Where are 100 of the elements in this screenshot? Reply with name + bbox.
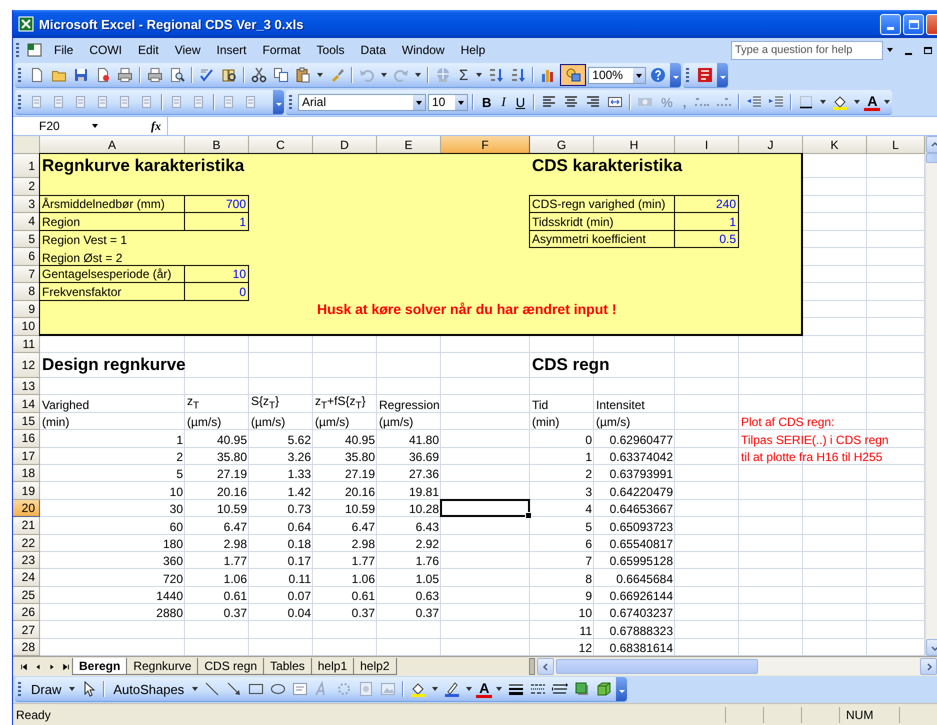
caret-icon[interactable] [475,71,484,79]
column-header[interactable]: D [313,136,377,154]
row-header[interactable]: 22 [13,534,40,552]
row-header[interactable]: 19 [13,482,40,500]
merge-center-icon[interactable] [607,94,624,110]
borders-icon[interactable] [798,94,814,110]
column-header[interactable]: B [185,136,249,154]
row-header[interactable]: 8 [13,283,40,300]
menu-item[interactable]: Data [354,41,393,59]
row-header[interactable]: 12 [13,353,40,378]
row-header[interactable]: 2 [13,178,40,196]
clip-art-icon[interactable] [358,681,374,697]
scissors-icon[interactable] [251,67,267,83]
caret-icon[interactable] [431,685,440,693]
sheet-tab[interactable]: Tables [263,658,312,675]
caret-icon[interactable] [495,685,504,693]
scroll-right-button[interactable] [920,658,937,675]
caret-icon[interactable] [853,98,862,106]
menu-item[interactable]: Edit [131,41,166,59]
draw-menu-button[interactable]: Draw [27,680,66,698]
toolbar-grip[interactable] [16,43,19,57]
row-header[interactable]: 14 [13,395,40,413]
drawing-button[interactable] [560,64,586,86]
new-document-icon[interactable] [29,67,45,83]
menu-item[interactable]: Insert [210,41,254,59]
caret-icon[interactable] [883,98,892,106]
row-header[interactable]: 11 [13,336,40,353]
row-header[interactable]: 4 [13,213,40,230]
underline-button[interactable]: U [512,94,530,110]
pdf-icon[interactable] [697,67,714,83]
toolbar-grip[interactable] [18,68,21,82]
book-icon[interactable] [221,67,237,83]
row-header[interactable]: 24 [13,569,40,587]
italic-button[interactable]: I [497,93,510,111]
tab-split-handle[interactable] [529,658,535,675]
font-color-button[interactable]: A [864,94,880,110]
toolbar-options-button[interactable] [616,677,628,701]
help-search-field[interactable]: Type a question for help [731,40,883,60]
input-value[interactable]: 10 [184,264,249,283]
toolbar-options-button[interactable] [717,63,728,87]
caret-icon[interactable] [316,71,324,79]
autoshapes-menu-button[interactable]: AutoShapes [109,680,188,698]
oval-icon[interactable] [270,681,286,697]
maximize-button[interactable] [903,14,924,34]
font-color-button[interactable]: A [476,680,492,698]
print-preview-icon[interactable] [169,67,185,83]
toolbar-grip[interactable] [289,95,292,109]
printer-icon[interactable] [117,67,133,83]
sheet-tab[interactable]: help2 [353,658,396,675]
row-header[interactable]: 1 [13,154,40,178]
caret-icon[interactable] [414,71,422,79]
row-header[interactable]: 17 [13,448,40,465]
column-header[interactable]: G [530,136,594,154]
arrow-icon[interactable] [226,681,242,697]
sort-ascending-icon[interactable] [488,67,504,83]
menu-item[interactable]: Format [256,41,308,59]
row-header[interactable]: 10 [13,318,40,336]
menu-item[interactable]: File [47,41,80,59]
column-header[interactable]: J [739,136,803,154]
font-dropdown[interactable]: Arial [298,94,426,110]
autosum-button[interactable]: Σ [455,66,472,84]
scrollbar-thumb[interactable] [556,659,758,674]
bold-button[interactable]: B [478,94,496,110]
row-header[interactable]: 27 [13,621,40,639]
toolbar-options-button[interactable] [273,90,284,114]
row-header[interactable]: 7 [13,266,40,283]
caret-icon[interactable] [819,98,828,106]
rectangle-icon[interactable] [248,681,264,697]
caret-icon[interactable] [886,46,894,54]
column-header[interactable]: C [249,136,313,154]
column-header[interactable]: E [377,136,441,154]
row-header[interactable]: 9 [13,300,40,318]
row-header[interactable]: 16 [13,430,40,448]
row-header[interactable]: 3 [13,196,40,213]
paint-bucket-icon[interactable] [832,94,848,110]
text-box-icon[interactable] [292,681,308,697]
scroll-left-button[interactable] [537,658,554,675]
column-header[interactable]: I [675,136,739,154]
3d-box-icon[interactable] [596,681,612,697]
toolbar-options-button[interactable] [670,63,682,87]
menu-item[interactable]: COWI [82,41,130,59]
menu-item[interactable]: Help [454,41,492,59]
sheet-tab[interactable]: Beregn [72,658,128,675]
line-icon[interactable] [204,681,220,697]
sort-descending-icon[interactable] [510,67,526,83]
spreadsheet-icon[interactable] [27,42,43,58]
sheet-tab[interactable]: help1 [310,658,354,675]
input-value[interactable]: 0 [184,282,249,300]
row-header[interactable]: 23 [13,552,40,570]
paint-bucket-icon[interactable] [410,681,426,697]
printer-icon[interactable] [147,67,163,83]
shadow-icon[interactable] [574,681,590,697]
active-cell[interactable] [440,498,530,518]
row-header[interactable]: 13 [13,378,40,396]
sheet-tab[interactable]: Regnkurve [126,658,198,675]
toolbar-grip[interactable] [18,95,21,109]
font-size-dropdown[interactable]: 10 [428,94,468,110]
row-header[interactable]: 25 [13,586,40,604]
column-header[interactable]: F [441,136,530,154]
insert-function-button[interactable]: fx [145,118,167,134]
